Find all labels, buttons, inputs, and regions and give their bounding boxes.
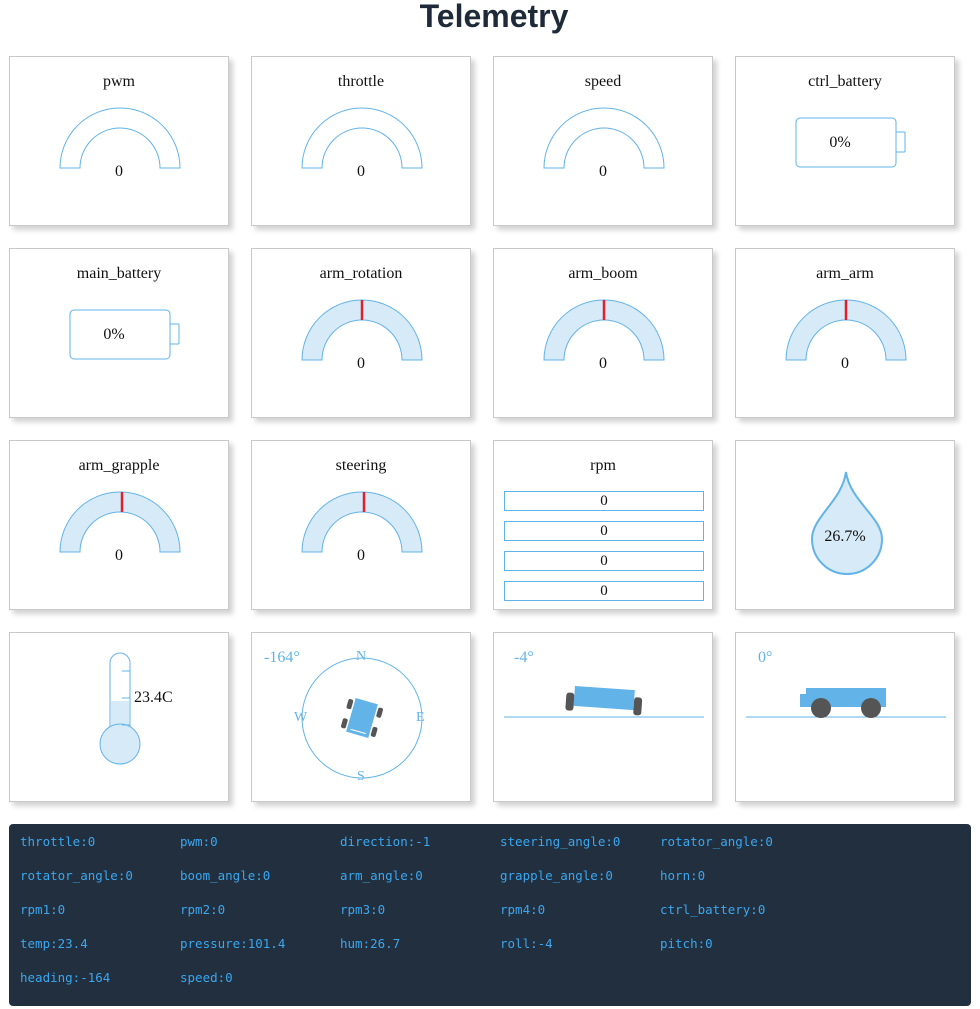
- arm-rotation-card: arm_rotation 0: [251, 248, 471, 418]
- console-entry: rotator_angle:0: [20, 868, 133, 883]
- page-title: Telemetry: [419, 0, 569, 34]
- pwm-gauge: [59, 107, 181, 169]
- arm-boom-card: arm_boom 0: [493, 248, 713, 418]
- console-entry: arm_angle:0: [340, 868, 423, 883]
- steering-gauge: [301, 491, 423, 553]
- arm-rotation-gauge: [301, 299, 423, 361]
- console-entry: rotator_angle:0: [660, 834, 773, 849]
- arm-grapple-gauge: [59, 491, 181, 553]
- pwm-value: 0: [115, 163, 123, 180]
- console-entry: rpm4:0: [500, 902, 546, 917]
- console-entry: boom_angle:0: [180, 868, 271, 883]
- speed-value: 0: [599, 163, 607, 180]
- console-entry: heading:-164: [20, 970, 111, 985]
- console-entry: rpm1:0: [20, 902, 66, 917]
- rover-side-icon: [565, 685, 643, 716]
- rpm-bar: 0: [504, 521, 704, 541]
- rpm-card: rpm 0 0 0 0: [493, 440, 713, 610]
- telemetry-console: throttle:0 pwm:0 direction:-1 steering_a…: [9, 824, 971, 1006]
- speed-gauge: [543, 107, 665, 169]
- temperature-value: 23.4C: [134, 689, 173, 706]
- speed-card: speed 0: [493, 56, 713, 226]
- humidity-value: 26.7%: [824, 528, 866, 545]
- console-entry: roll:-4: [500, 936, 553, 951]
- console-entry: rpm2:0: [180, 902, 226, 917]
- arm-grapple-value: 0: [115, 547, 123, 564]
- arm-boom-gauge: [543, 299, 665, 361]
- console-entry: temp:23.4: [20, 936, 88, 951]
- arm-arm-gauge: [785, 299, 907, 361]
- arm-arm-value: 0: [841, 355, 849, 372]
- console-entry: pressure:101.4: [180, 936, 286, 951]
- console-entry: pitch:0: [660, 936, 713, 951]
- rpm-label: rpm: [590, 457, 616, 474]
- console-entry: steering_angle:0: [500, 834, 621, 849]
- arm-grapple-card: arm_grapple 0: [9, 440, 229, 610]
- heading-card: -164° N S E W: [251, 632, 471, 802]
- console-entry: rpm3:0: [340, 902, 386, 917]
- vehicle-side-icon: [800, 688, 886, 718]
- steering-card: steering 0: [251, 440, 471, 610]
- roll-indicator: [504, 685, 704, 718]
- console-entry: throttle:0: [20, 834, 96, 849]
- main-battery-value: 0%: [103, 326, 125, 343]
- rpm-bar: 0: [504, 581, 704, 601]
- console-entry: grapple_angle:0: [500, 868, 613, 883]
- ctrl-battery-value: 0%: [829, 134, 851, 151]
- throttle-gauge: [301, 107, 423, 169]
- roll-card: -4°: [493, 632, 713, 802]
- throttle-value: 0: [357, 163, 365, 180]
- steering-value: 0: [357, 547, 365, 564]
- humidity-card: 26.7%: [735, 440, 955, 610]
- pitch-indicator: [746, 688, 946, 718]
- console-entry: pwm:0: [180, 834, 218, 849]
- rpm-bar: 0: [504, 491, 704, 511]
- compass-north: N: [356, 649, 367, 664]
- pwm-card: pwm 0: [9, 56, 229, 226]
- console-entry: horn:0: [660, 868, 706, 883]
- water-drop-icon: [810, 471, 884, 575]
- temperature-card: 23.4C: [9, 632, 229, 802]
- compass-east: E: [416, 710, 425, 725]
- rpm-bar: 0: [504, 551, 704, 571]
- arm-arm-card: arm_arm 0: [735, 248, 955, 418]
- arm-boom-value: 0: [599, 355, 607, 372]
- arm-rotation-value: 0: [357, 355, 365, 372]
- thermometer-icon: [99, 652, 141, 765]
- console-entry: speed:0: [180, 970, 233, 985]
- console-entry: ctrl_battery:0: [660, 902, 766, 917]
- ctrl-battery-card: ctrl_battery 0%: [735, 56, 955, 226]
- throttle-card: throttle 0: [251, 56, 471, 226]
- console-entry: hum:26.7: [340, 936, 401, 951]
- compass-west: W: [294, 710, 308, 725]
- console-entry: direction:-1: [340, 834, 431, 849]
- compass-south: S: [357, 769, 365, 784]
- main-battery-card: main_battery 0%: [9, 248, 229, 418]
- pitch-card: 0°: [735, 632, 955, 802]
